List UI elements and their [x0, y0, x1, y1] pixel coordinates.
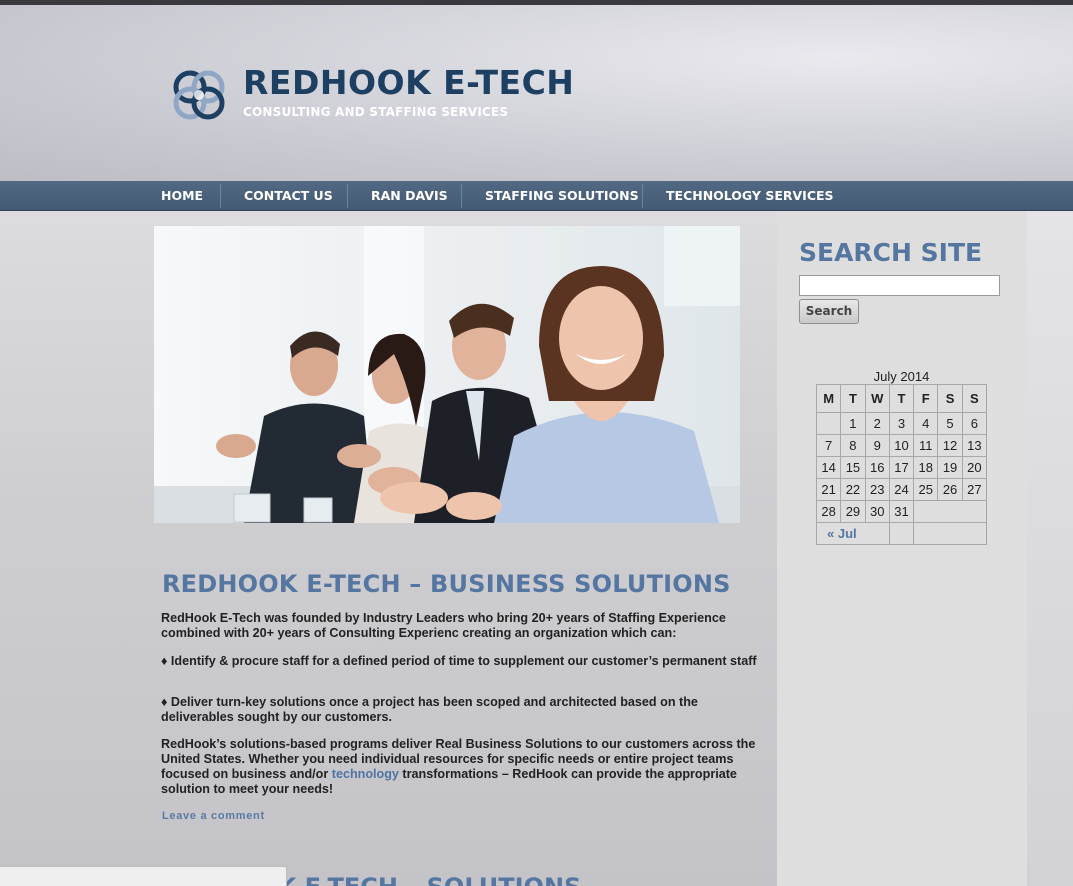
hero-image-business-team	[154, 226, 740, 523]
calendar-day: 21	[815, 478, 842, 501]
calendar-day: 8	[840, 434, 866, 457]
post-title[interactable]: REDHOOK E-TECH – BUSINESS SOLUTIONS	[162, 570, 731, 598]
calendar-day: 25	[913, 478, 939, 501]
nav-divider	[347, 184, 348, 208]
calendar-day: 6	[961, 412, 988, 435]
nav-divider	[220, 184, 221, 208]
calendar-day: 2	[864, 412, 890, 435]
calendar-day: 13	[961, 434, 988, 457]
calendar-day: 23	[864, 478, 890, 501]
browser-status-bar	[0, 866, 287, 886]
nav-staffing-solutions[interactable]: STAFFING SOLUTIONS	[485, 181, 639, 211]
calendar-day: 11	[913, 434, 939, 457]
leave-comment-link[interactable]: Leave a comment	[162, 810, 265, 822]
search-site-heading: SEARCH SITE	[799, 238, 983, 267]
calendar-day: 10	[888, 434, 915, 457]
redhook-logo-icon	[173, 70, 225, 120]
calendar-day: 5	[937, 412, 963, 435]
nav-ran-davis[interactable]: RAN DAVIS	[371, 181, 448, 211]
calendar-day: 16	[864, 456, 890, 479]
calendar-day: 24	[888, 478, 915, 501]
calendar-day: 28	[815, 500, 842, 523]
main-navigation: HOME CONTACT US RAN DAVIS STAFFING SOLUT…	[0, 181, 1073, 211]
calendar-day: 15	[840, 456, 866, 479]
calendar-day: 4	[913, 412, 939, 435]
calendar-day: 27	[961, 478, 988, 501]
calendar-day: 12	[937, 434, 963, 457]
calendar-day: 9	[864, 434, 890, 457]
search-button[interactable]: Search	[799, 299, 859, 324]
search-input[interactable]	[799, 275, 1000, 296]
post-bullet-solutions: ♦ Deliver turn-key solutions once a proj…	[161, 695, 698, 724]
calendar-widget: M T W T F S S 1 2 3 4 5 6 7 8 9 10 11 12…	[815, 384, 988, 545]
post-closing: RedHook’s solutions-based programs deliv…	[161, 737, 761, 797]
calendar-day: 26	[937, 478, 963, 501]
nav-divider	[642, 184, 643, 208]
calendar-day: 30	[864, 500, 890, 523]
calendar-day-header: W	[864, 384, 890, 413]
post-intro: RedHook E-Tech was founded by Industry L…	[161, 611, 726, 640]
calendar-day: 1	[840, 412, 866, 435]
site-title[interactable]: REDHOOK E-TECH	[243, 63, 574, 102]
calendar-day-header: T	[888, 384, 915, 413]
nav-divider	[461, 184, 462, 208]
calendar-nav-empty	[913, 522, 987, 545]
calendar-day: 19	[937, 456, 963, 479]
calendar-day-header: T	[840, 384, 866, 413]
calendar-nav-empty	[888, 522, 915, 545]
calendar-day-header: S	[961, 384, 988, 413]
hero-photo-illustration	[154, 226, 740, 523]
technology-link[interactable]: technology	[332, 767, 399, 781]
post-bullet-staffing: ♦ Identify & procure staff for a defined…	[161, 654, 757, 668]
nav-home[interactable]: HOME	[161, 181, 203, 211]
calendar-day: 22	[840, 478, 866, 501]
site-header: REDHOOK E-TECH CONSULTING AND STAFFING S…	[0, 5, 1073, 181]
calendar-day: 31	[888, 500, 915, 523]
calendar-day: 3	[888, 412, 915, 435]
calendar-caption: July 2014	[873, 369, 930, 384]
calendar-day-header: M	[815, 384, 842, 413]
calendar-day-header: F	[913, 384, 939, 413]
calendar-day: 18	[913, 456, 939, 479]
calendar-day: 29	[840, 500, 866, 523]
calendar-day: 14	[815, 456, 842, 479]
calendar-day: 7	[815, 434, 842, 457]
calendar-day-header: S	[937, 384, 963, 413]
calendar-day: 20	[961, 456, 988, 479]
calendar-prev-month-link[interactable]: « Jul	[816, 522, 890, 545]
site-tagline: CONSULTING AND STAFFING SERVICES	[243, 105, 509, 119]
calendar-day	[913, 500, 987, 523]
page-margin	[1027, 211, 1073, 886]
nav-contact-us[interactable]: CONTACT US	[244, 181, 333, 211]
nav-technology-services[interactable]: TECHNOLOGY SERVICES	[666, 181, 834, 211]
calendar-day: 17	[888, 456, 915, 479]
calendar-day	[815, 412, 842, 435]
